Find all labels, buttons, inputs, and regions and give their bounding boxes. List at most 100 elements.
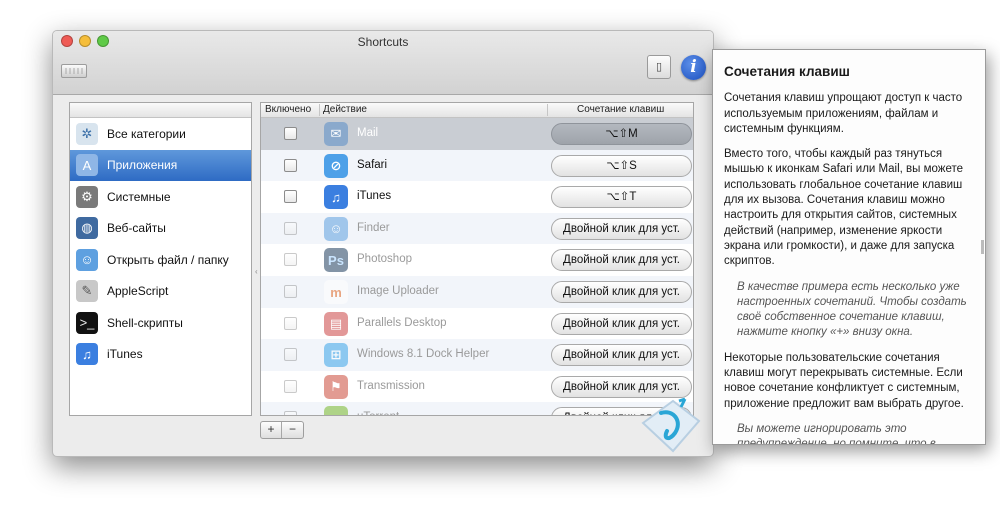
action-name: Finder bbox=[357, 221, 390, 234]
table-row[interactable]: ♫ iTunes ⌥⇧T bbox=[261, 181, 693, 213]
shortcuts-window: Shortcuts ▯ i ✲ Все категории A Приложения ⚙… bbox=[52, 30, 714, 457]
action-name: Transmission bbox=[357, 379, 425, 392]
info-button[interactable]: i bbox=[681, 55, 706, 80]
enabled-checkbox[interactable] bbox=[284, 348, 297, 362]
action-name: Image Uploader bbox=[357, 285, 439, 297]
applescript-icon: ✎ bbox=[76, 280, 98, 303]
table-row[interactable]: µuTorrentДвойной клик для уст. bbox=[261, 402, 693, 415]
shortcut-field-button[interactable]: ⌥⇧T bbox=[551, 186, 692, 209]
sidebar-item[interactable]: ⚙ Системные bbox=[70, 181, 251, 213]
finder-open-icon: ☺ bbox=[76, 248, 98, 271]
action-name: Windows 8.1 Dock Helper bbox=[357, 348, 490, 361]
enabled-checkbox[interactable] bbox=[284, 285, 297, 298]
enabled-checkbox[interactable] bbox=[284, 411, 297, 415]
photoshop-icon: Ps bbox=[324, 248, 348, 273]
help-paragraph: В качестве примера есть несколько уже на… bbox=[737, 280, 967, 339]
help-paragraph: Сочетания клавиш упрощают доступ к часто… bbox=[724, 92, 963, 135]
sidebar-item-label: iTunes bbox=[107, 347, 143, 362]
help-paragraph: Вместо того, чтобы каждый раз тянуться м… bbox=[724, 148, 963, 268]
shortcut-field-button[interactable]: Двойной клик для уст. bbox=[551, 344, 692, 367]
action-name: iTunes bbox=[357, 190, 392, 203]
table-row[interactable]: ☺ Finder Двойной клик для уст. bbox=[261, 212, 693, 245]
titlebar: Shortcuts ▯ i bbox=[53, 31, 713, 95]
table-row[interactable]: ✉ Mail ⌥⇧M bbox=[261, 118, 693, 150]
column-header-shortcut[interactable]: Сочетание клавиш bbox=[577, 104, 664, 115]
all-categories-icon: ✲ bbox=[76, 122, 98, 145]
safari-icon: ⊘ bbox=[324, 153, 348, 178]
system-icon: ⚙ bbox=[76, 185, 98, 208]
sidebar-item[interactable]: ♫ iTunes bbox=[70, 339, 251, 371]
window-title: Shortcuts bbox=[357, 35, 409, 49]
action-name: Safari bbox=[357, 158, 388, 171]
enabled-checkbox[interactable] bbox=[284, 190, 297, 204]
help-paragraph: Вы можете игнорировать это предупреждени… bbox=[737, 422, 936, 445]
table-row[interactable]: m Image Uploader Двойной клик для уст. bbox=[261, 276, 693, 308]
info-icon: i bbox=[690, 57, 697, 77]
image-uploader-icon: m bbox=[324, 280, 348, 304]
column-separator bbox=[319, 104, 320, 116]
sidebar-item[interactable]: ✎ AppleScript bbox=[70, 276, 251, 308]
keyboard-icon[interactable] bbox=[61, 64, 87, 78]
shortcut-field-button[interactable]: Двойной клик для уст. bbox=[551, 249, 692, 272]
shortcut-field-button[interactable]: ⌥⇧S bbox=[551, 154, 692, 177]
enabled-checkbox[interactable] bbox=[284, 316, 297, 330]
transmission-icon: ⚑ bbox=[324, 374, 348, 399]
drawer-resize-handle[interactable] bbox=[981, 240, 984, 254]
applications-icon: A bbox=[76, 154, 98, 177]
action-name: Photoshop bbox=[357, 253, 412, 266]
sidebar-item-label: Приложения bbox=[107, 158, 178, 173]
parallels-icon: ▤ bbox=[324, 311, 348, 336]
help-paragraph: Некоторые пользовательские сочетания кла… bbox=[724, 351, 964, 410]
shortcut-field-button[interactable]: Двойной клик для уст. bbox=[551, 217, 692, 240]
enabled-checkbox[interactable] bbox=[284, 127, 297, 140]
table-row[interactable]: Ps Photoshop Двойной клик для уст. bbox=[261, 244, 693, 276]
enabled-checkbox[interactable] bbox=[284, 221, 297, 235]
table-row[interactable]: ⚑ Transmission Двойной клик для уст. bbox=[261, 371, 693, 403]
websites-icon: ◍ bbox=[76, 217, 98, 240]
table-row[interactable]: ⊞ Windows 8.1 Dock Helper Двойной клик для… bbox=[261, 339, 693, 371]
finder-icon: ☺ bbox=[324, 216, 348, 241]
sidebar-item-label: Системные bbox=[107, 189, 171, 204]
help-title: Сочетания клавиш bbox=[724, 64, 850, 79]
utorrent-icon: µ bbox=[324, 406, 348, 415]
sidebar-header bbox=[70, 103, 251, 118]
column-header-enabled[interactable]: Включено bbox=[265, 104, 311, 115]
remove-shortcut-button[interactable]: − bbox=[282, 422, 303, 438]
column-header-action[interactable]: Действие bbox=[323, 104, 367, 115]
enabled-checkbox[interactable] bbox=[284, 158, 297, 172]
sidebar-item[interactable]: A Приложения bbox=[70, 149, 251, 181]
sidebar-item-label: Открыть файл / папку bbox=[107, 252, 229, 267]
sidebar-item-label: Веб-сайты bbox=[107, 221, 166, 236]
toolbar-toggle-button[interactable]: ▯ bbox=[647, 55, 671, 79]
column-separator bbox=[547, 104, 548, 116]
add-shortcut-button[interactable]: + bbox=[261, 422, 283, 438]
category-sidebar: ✲ Все категории A Приложения ⚙ Системные ◍ Веб-… bbox=[69, 102, 252, 416]
sidebar-item[interactable]: ☺ Открыть файл / папку bbox=[70, 244, 251, 276]
itunes-icon: ♫ bbox=[324, 185, 348, 210]
shortcut-field-button[interactable]: Двойной клик для уст. bbox=[551, 312, 692, 335]
help-drawer: Сочетания клавиш Сочетания клавиш упроща… bbox=[712, 49, 986, 445]
toggle-icon: ▯ bbox=[655, 61, 663, 73]
splitter-grip-icon[interactable]: ‹ bbox=[255, 267, 258, 276]
help-paragraphs: Сочетания клавиш упрощают доступ к часто… bbox=[724, 91, 974, 445]
table-row[interactable]: ⊘ Safari ⌥⇧S bbox=[261, 149, 693, 182]
sidebar-item-label: Shell-скрипты bbox=[107, 315, 183, 330]
table-header: Включено Действие Сочетание клавиш bbox=[261, 103, 693, 118]
sidebar-item[interactable]: ◍ Веб-сайты bbox=[70, 213, 251, 245]
sidebar-list: ✲ Все категории A Приложения ⚙ Системные ◍ Веб-… bbox=[70, 118, 251, 370]
shortcuts-table: Включено Действие Сочетание клавиш ✉ Mail… bbox=[260, 102, 694, 416]
screenshot-stage: Shortcuts ▯ i ✲ Все категории A Приложения ⚙… bbox=[0, 0, 1000, 526]
itunes-icon: ♫ bbox=[76, 343, 98, 366]
sidebar-item-label: Все категории bbox=[107, 126, 186, 141]
action-name: Parallels Desktop bbox=[357, 316, 447, 329]
enabled-checkbox[interactable] bbox=[284, 379, 297, 393]
shortcut-field-button[interactable]: ⌥⇧M bbox=[551, 123, 692, 145]
sidebar-item[interactable]: >_ Shell-скрипты bbox=[70, 307, 251, 339]
table-row[interactable]: ▤ Parallels Desktop Двойной клик для уст. bbox=[261, 308, 693, 340]
sidebar-item[interactable]: ✲ Все категории bbox=[70, 118, 251, 150]
enabled-checkbox[interactable] bbox=[284, 253, 297, 267]
app-logo-icon bbox=[641, 397, 701, 453]
shortcut-field-button[interactable]: Двойной клик для уст. bbox=[551, 281, 692, 303]
action-name: Mail bbox=[357, 127, 379, 139]
mail-icon: ✉ bbox=[324, 122, 348, 146]
